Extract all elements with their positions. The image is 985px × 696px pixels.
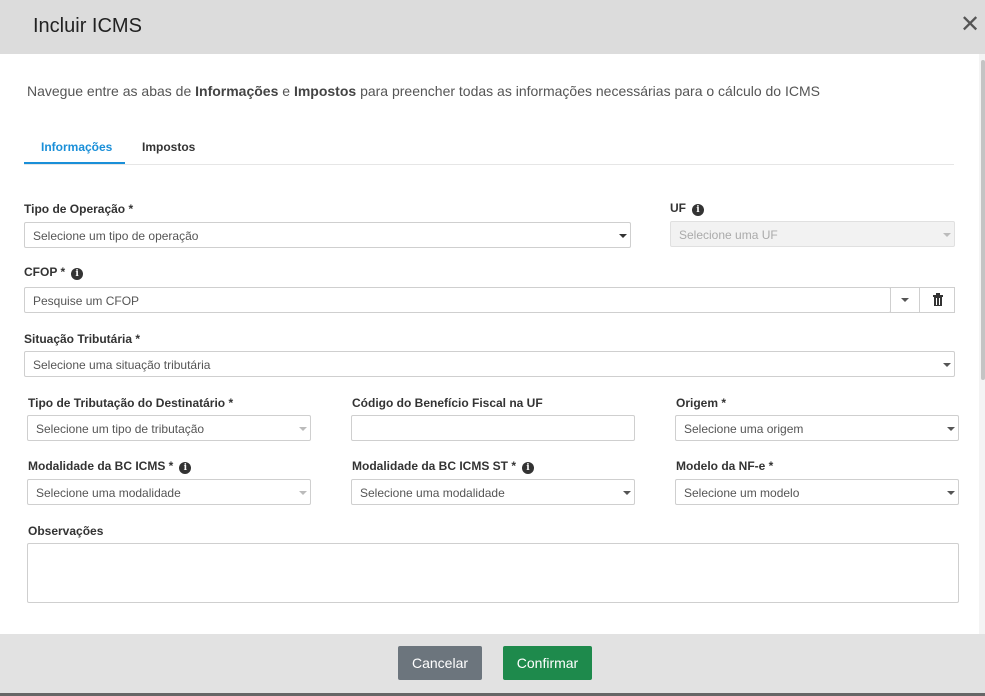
tipo-tributacao-select[interactable]: Selecione um tipo de tributação — [27, 415, 311, 441]
modalidade-bc-icms-st-label-wrap: Modalidade da BC ICMS ST * i — [352, 459, 535, 474]
uf-placeholder: Selecione uma UF — [679, 228, 778, 242]
situacao-tributaria-select[interactable]: Selecione uma situação tributária — [24, 351, 955, 377]
situacao-tributaria-placeholder: Selecione uma situação tributária — [33, 358, 211, 372]
intro-text: Navegue entre as abas de Informações e I… — [27, 83, 820, 99]
codigo-beneficio-label: Código do Benefício Fiscal na UF — [352, 396, 543, 410]
confirm-button[interactable]: Confirmar — [503, 646, 592, 680]
codigo-beneficio-input[interactable] — [351, 415, 635, 441]
situacao-tributaria-label: Situação Tributária * — [24, 332, 141, 346]
close-icon[interactable]: ✕ — [960, 12, 980, 38]
modelo-nfe-label: Modelo da NF-e * — [676, 459, 774, 473]
cfop-placeholder: Pesquise um CFOP — [33, 294, 140, 308]
chevron-down-icon — [943, 363, 951, 367]
modalidade-bc-icms-label-wrap: Modalidade da BC ICMS * i — [28, 459, 192, 474]
observacoes-label: Observações — [28, 524, 104, 538]
chevron-down-icon — [947, 491, 955, 495]
tipo-operacao-placeholder: Selecione um tipo de operação — [33, 229, 199, 243]
modalidade-bc-icms-st-placeholder: Selecione uma modalidade — [360, 486, 505, 500]
uf-label-wrap: UF i — [670, 201, 704, 216]
chevron-down-icon — [623, 491, 631, 495]
modalidade-bc-icms-st-select[interactable]: Selecione uma modalidade — [351, 479, 635, 505]
uf-label: UF — [670, 201, 686, 215]
chevron-down-icon — [299, 491, 307, 495]
cfop-label: CFOP * — [24, 265, 66, 279]
cfop-dropdown-button[interactable] — [890, 287, 920, 313]
icms-modal: Incluir ICMS ✕ Navegue entre as abas de … — [0, 0, 985, 696]
info-icon[interactable]: i — [692, 204, 704, 216]
info-icon[interactable]: i — [522, 462, 535, 474]
trash-icon — [933, 293, 943, 306]
cfop-search-input[interactable]: Pesquise um CFOP — [24, 287, 891, 313]
modal-title: Incluir ICMS — [33, 15, 142, 37]
tipo-operacao-label: Tipo de Operação * — [24, 202, 134, 216]
modalidade-bc-icms-placeholder: Selecione uma modalidade — [36, 486, 181, 500]
cfop-clear-button[interactable] — [919, 287, 955, 313]
cfop-label-wrap: CFOP * i — [24, 265, 84, 280]
tipo-operacao-select[interactable]: Selecione um tipo de operação — [24, 222, 631, 248]
intro-bold-impostos: Impostos — [293, 83, 357, 99]
chevron-down-icon — [943, 233, 951, 237]
active-tab-indicator — [24, 162, 125, 164]
info-icon[interactable]: i — [71, 268, 84, 280]
origem-select[interactable]: Selecione uma origem — [675, 415, 959, 441]
intro-part: para preencher todas as informações nece… — [356, 83, 820, 99]
modal-footer: Cancelar Confirmar — [0, 634, 985, 696]
intro-part: Navegue entre as abas de — [27, 83, 196, 99]
modelo-nfe-placeholder: Selecione um modelo — [684, 486, 800, 500]
modalidade-bc-icms-st-label: Modalidade da BC ICMS ST * — [352, 459, 517, 473]
modalidade-bc-icms-label: Modalidade da BC ICMS * — [28, 459, 174, 473]
chevron-down-icon — [901, 298, 909, 302]
info-icon[interactable]: i — [179, 462, 192, 474]
scrollbar-thumb[interactable] — [981, 60, 985, 380]
modal-header: Incluir ICMS ✕ — [0, 0, 985, 54]
origem-label: Origem * — [676, 396, 727, 410]
tab-impostos[interactable]: Impostos — [142, 140, 195, 154]
modalidade-bc-icms-select[interactable]: Selecione uma modalidade — [27, 479, 311, 505]
intro-part: e — [278, 83, 294, 99]
chevron-down-icon — [299, 427, 307, 431]
tab-informacoes[interactable]: Informações — [41, 140, 112, 154]
tab-bar: Informações Impostos — [24, 135, 954, 165]
cancel-button[interactable]: Cancelar — [398, 646, 482, 680]
intro-bold-informacoes: Informações — [195, 83, 279, 99]
origem-placeholder: Selecione uma origem — [684, 422, 804, 436]
modelo-nfe-select[interactable]: Selecione um modelo — [675, 479, 959, 505]
observacoes-textarea[interactable] — [27, 543, 959, 603]
chevron-down-icon — [619, 234, 627, 238]
tipo-tributacao-placeholder: Selecione um tipo de tributação — [36, 422, 205, 436]
uf-select[interactable]: Selecione uma UF — [670, 221, 955, 247]
tipo-tributacao-label: Tipo de Tributação do Destinatário * — [28, 396, 234, 410]
chevron-down-icon — [947, 427, 955, 431]
